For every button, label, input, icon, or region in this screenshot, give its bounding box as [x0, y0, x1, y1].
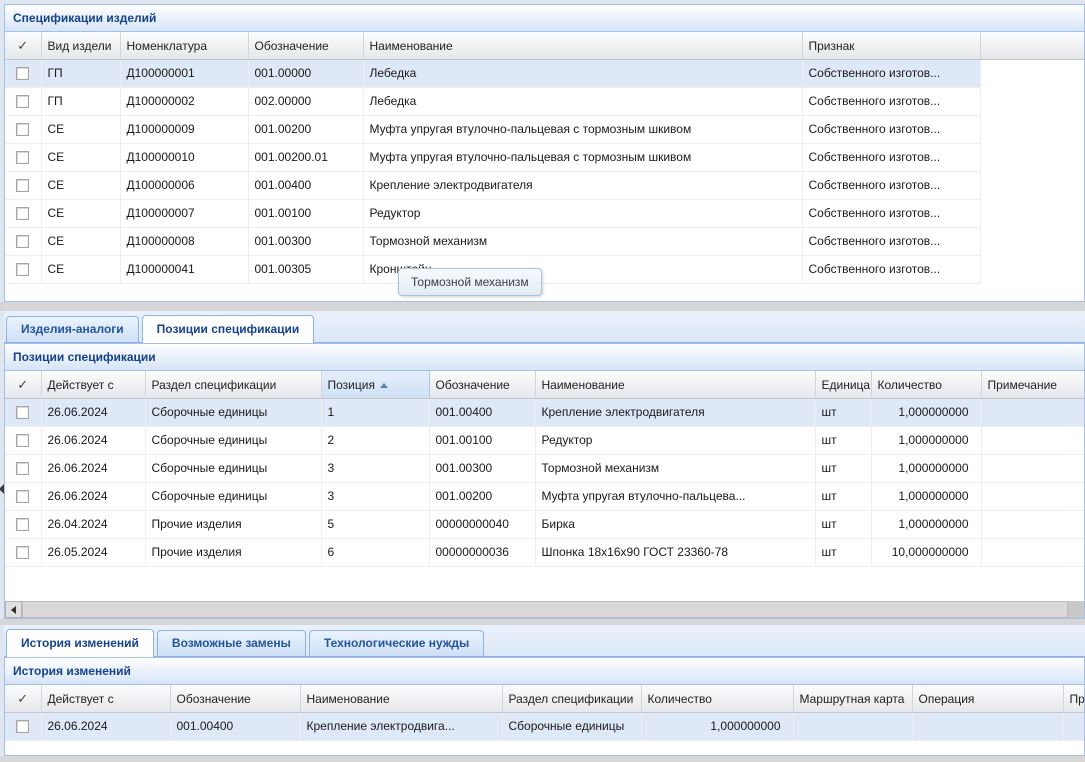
- table-row[interactable]: 26.06.2024 Сборочные единицы 3 001.00200…: [5, 483, 1084, 511]
- row-checkbox[interactable]: [16, 179, 29, 192]
- column-header-razdel[interactable]: Раздел спецификации: [145, 371, 321, 399]
- tab-pozicii-specifikacii[interactable]: Позиции спецификации: [142, 315, 315, 343]
- table-row[interactable]: 26.06.2024 Сборочные единицы 3 001.00300…: [5, 455, 1084, 483]
- sort-asc-icon: [380, 383, 388, 388]
- column-header-naimenovanie[interactable]: Наименование: [300, 685, 502, 713]
- column-header-nomenklatura[interactable]: Номенклатура: [120, 32, 248, 60]
- select-all-header[interactable]: ✓: [5, 685, 41, 713]
- column-header-vid[interactable]: Вид издели: [41, 32, 120, 60]
- column-header-operacija[interactable]: Операция: [912, 685, 1063, 713]
- row-checkbox[interactable]: [16, 151, 29, 164]
- table-row[interactable]: 26.05.2024 Прочие изделия 6 00000000036 …: [5, 539, 1084, 567]
- table-row[interactable]: ГП Д100000002 002.00000 Лебедка Собствен…: [5, 88, 1084, 116]
- table-row[interactable]: 26.06.2024 Сборочные единицы 2 001.00100…: [5, 427, 1084, 455]
- column-header-filler: [980, 32, 1084, 60]
- check-icon: ✓: [17, 38, 28, 53]
- table-row[interactable]: СЕ Д100000009 001.00200 Муфта упругая вт…: [5, 116, 1084, 144]
- positions-header-row: ✓ Действует с Раздел спецификации Позици…: [5, 371, 1084, 399]
- table-row[interactable]: СЕ Д100000010 001.00200.01 Муфта упругая…: [5, 144, 1084, 172]
- tab-tehnologicheskie-nuzhdy[interactable]: Технологические нужды: [309, 630, 484, 656]
- row-checkbox[interactable]: [16, 67, 29, 80]
- panel-specifications: Спецификации изделий ✓ Вид издели Номенк…: [4, 4, 1085, 302]
- column-header-razdel[interactable]: Раздел спецификации: [502, 685, 641, 713]
- tab-bar-bottom: История изменений Возможные замены Техно…: [4, 625, 1085, 657]
- column-header-oboznachenie[interactable]: Обозначение: [429, 371, 535, 399]
- column-header-oboznachenie[interactable]: Обозначение: [248, 32, 363, 60]
- check-icon: ✓: [17, 691, 28, 706]
- specifications-table: ✓ Вид издели Номенклатура Обозначение На…: [5, 32, 1084, 284]
- focused-cell[interactable]: Д100000001: [120, 60, 248, 88]
- panel-history: История изменений ✓ Действует с Обозначе…: [4, 657, 1085, 756]
- column-header-edinica[interactable]: Единица: [815, 371, 871, 399]
- select-all-header[interactable]: ✓: [5, 32, 41, 60]
- tab-istorija-izmenenij[interactable]: История изменений: [6, 629, 154, 657]
- panel-history-title: История изменений: [13, 664, 131, 678]
- horizontal-scrollbar[interactable]: [5, 601, 1084, 618]
- panel-specifications-header: Спецификации изделий: [5, 5, 1084, 32]
- column-header-kolichestvo[interactable]: Количество: [641, 685, 793, 713]
- app-window: Спецификации изделий ✓ Вид издели Номенк…: [0, 0, 1085, 762]
- tab-vozmozhnye-zameny[interactable]: Возможные замены: [157, 630, 306, 656]
- row-checkbox[interactable]: [16, 263, 29, 276]
- row-checkbox[interactable]: [16, 207, 29, 220]
- positions-table: ✓ Действует с Раздел спецификации Позици…: [5, 371, 1085, 567]
- panel-positions-header: Позиции спецификации: [5, 344, 1084, 371]
- table-row[interactable]: 26.06.2024 Сборочные единицы 1 001.00400…: [5, 399, 1084, 427]
- row-checkbox[interactable]: [16, 95, 29, 108]
- check-icon: ✓: [17, 377, 28, 392]
- specifications-header-row: ✓ Вид издели Номенклатура Обозначение На…: [5, 32, 1084, 60]
- column-header-priznak[interactable]: Признак: [802, 32, 980, 60]
- table-row[interactable]: 26.06.2024 001.00400 Крепление электродв…: [5, 713, 1084, 741]
- column-header-date[interactable]: Действует с: [41, 371, 145, 399]
- tooltip: Тормозной механизм: [398, 268, 542, 296]
- focused-cell[interactable]: Сборочные единицы: [502, 713, 641, 741]
- column-header-primechanie[interactable]: Прим: [1063, 685, 1084, 713]
- row-checkbox[interactable]: [16, 406, 29, 419]
- history-header-row: ✓ Действует с Обозначение Наименование Р…: [5, 685, 1084, 713]
- scroll-left-button[interactable]: [5, 601, 22, 618]
- column-header-kolichestvo[interactable]: Количество: [871, 371, 981, 399]
- table-row[interactable]: ГП Д100000001 001.00000 Лебедка Собствен…: [5, 60, 1084, 88]
- tab-bar-middle: Изделия-аналоги Позиции спецификации: [4, 311, 1085, 343]
- panel-history-header: История изменений: [5, 658, 1084, 685]
- column-header-oboznachenie[interactable]: Обозначение: [170, 685, 300, 713]
- table-row[interactable]: СЕ Д100000008 001.00300 Тормозной механи…: [5, 228, 1084, 256]
- column-header-pozicija-sorted[interactable]: Позиция: [321, 371, 429, 399]
- panel-positions-title: Позиции спецификации: [13, 350, 156, 364]
- row-checkbox[interactable]: [16, 235, 29, 248]
- scrollbar-thumb[interactable]: [22, 601, 1068, 618]
- history-table: ✓ Действует с Обозначение Наименование Р…: [5, 685, 1085, 741]
- panel-splitter[interactable]: [0, 302, 1085, 311]
- column-header-naimenovanie[interactable]: Наименование: [363, 32, 802, 60]
- select-all-header[interactable]: ✓: [5, 371, 41, 399]
- scroll-left-icon: [11, 606, 16, 614]
- row-checkbox[interactable]: [16, 123, 29, 136]
- table-row[interactable]: СЕ Д100000007 001.00100 Редуктор Собстве…: [5, 200, 1084, 228]
- row-checkbox[interactable]: [16, 434, 29, 447]
- row-checkbox[interactable]: [16, 546, 29, 559]
- panel-specifications-title: Спецификации изделий: [13, 11, 156, 25]
- table-row[interactable]: СЕ Д100000041 001.00305 Кронштейн Собств…: [5, 256, 1084, 284]
- row-checkbox[interactable]: [16, 462, 29, 475]
- table-row[interactable]: 26.04.2024 Прочие изделия 5 00000000040 …: [5, 511, 1084, 539]
- table-row[interactable]: СЕ Д100000006 001.00400 Крепление электр…: [5, 172, 1084, 200]
- panel-positions: Позиции спецификации ✓ Действует с Разде…: [4, 343, 1085, 619]
- row-checkbox[interactable]: [16, 518, 29, 531]
- tab-izdeliya-analogi[interactable]: Изделия-аналоги: [6, 316, 139, 342]
- row-checkbox[interactable]: [16, 490, 29, 503]
- column-header-naimenovanie[interactable]: Наименование: [535, 371, 815, 399]
- column-header-primechanie[interactable]: Примечание: [981, 371, 1084, 399]
- row-checkbox[interactable]: [16, 720, 29, 733]
- column-header-marshrutnaya-karta[interactable]: Маршрутная карта: [793, 685, 912, 713]
- bottom-edge: [0, 756, 1085, 762]
- column-header-date[interactable]: Действует с: [41, 685, 170, 713]
